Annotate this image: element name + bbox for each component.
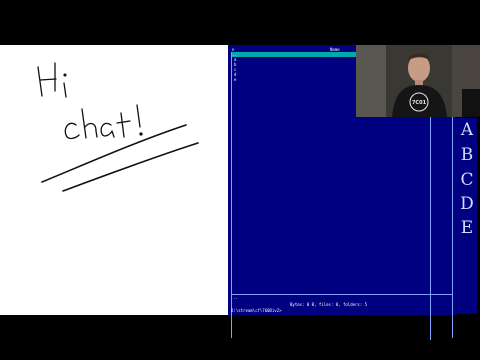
stroke-t	[116, 112, 131, 138]
letter-e: E	[460, 218, 474, 238]
panel-column-divider	[430, 115, 431, 340]
webcam-image: 7C01	[356, 45, 480, 117]
stroke-exclaim	[136, 104, 141, 128]
folder-row-e[interactable]: e	[234, 77, 236, 82]
letter-b: B	[460, 145, 474, 165]
stroke-H-left	[37, 66, 43, 97]
whiteboard-canvas[interactable]	[0, 45, 228, 315]
letter-d: D	[460, 194, 474, 214]
letter-c: C	[460, 170, 474, 190]
stroke-c	[64, 122, 80, 140]
panel-status-bar: Bytes: 0 B, files: 0, folders: 5	[288, 302, 370, 307]
underline-bottom	[62, 142, 199, 192]
shirt-logo-text: 7C01	[412, 100, 427, 106]
letter-a: A	[460, 120, 474, 140]
problem-letters-column: A B C D E	[455, 118, 477, 314]
selected-row-parent-dir[interactable]: ..	[232, 52, 356, 57]
panel-bottom-separator	[231, 294, 452, 295]
handwriting-drawing	[37, 62, 199, 192]
stroke-H-bar	[39, 78, 57, 81]
stroke-i	[63, 82, 67, 98]
current-item-label: ..	[233, 295, 238, 300]
stroke-a	[100, 122, 115, 138]
stroke-exclaim-dot	[139, 132, 143, 136]
stroke-h	[81, 108, 98, 139]
webcam-feed: 7C01	[356, 45, 480, 117]
stroke-i-dot	[63, 73, 67, 77]
command-line[interactable]: D:\stream\cf\760Div2>	[231, 308, 282, 313]
